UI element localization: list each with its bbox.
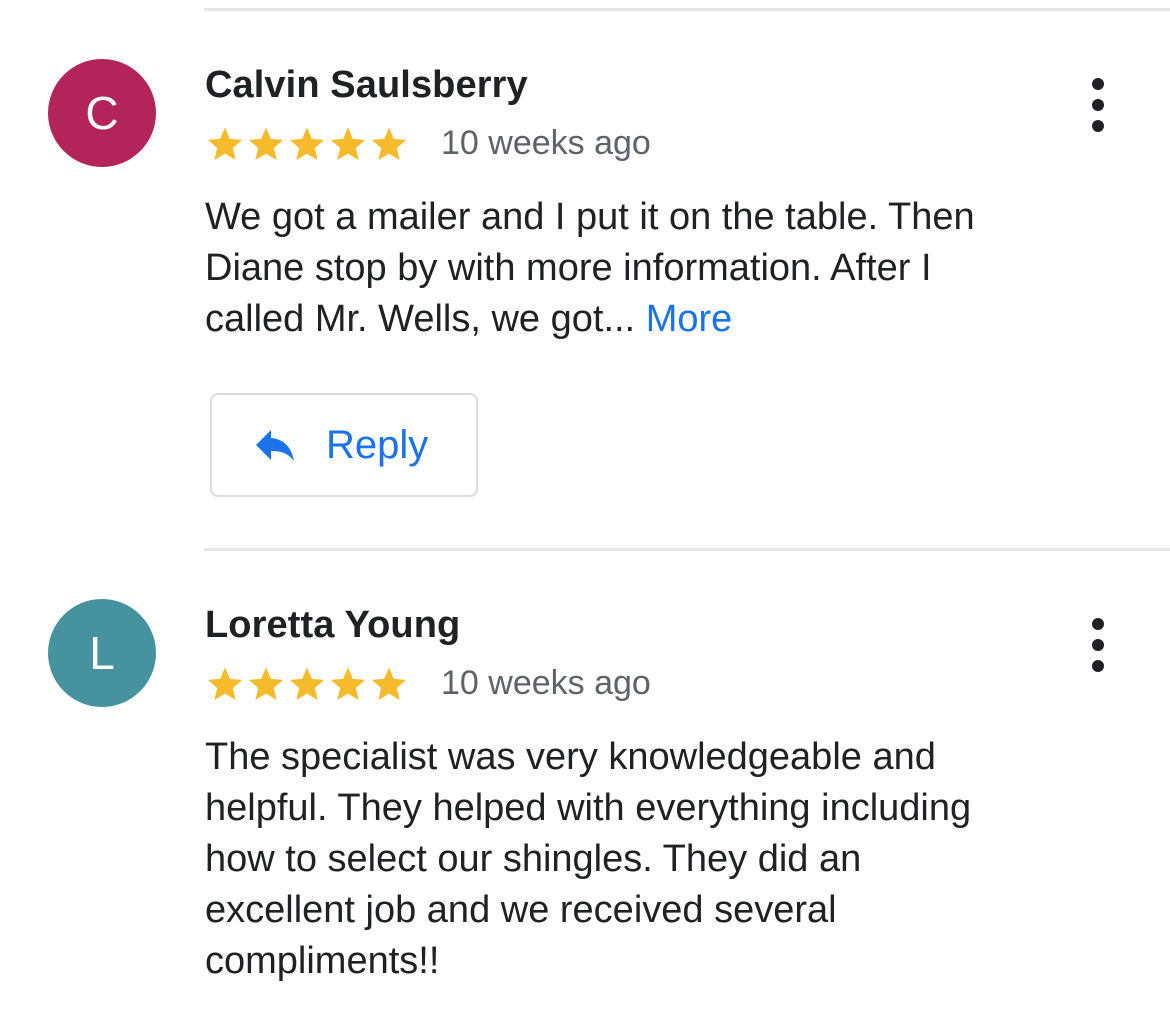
star-icon — [330, 127, 366, 160]
reviewer-name[interactable]: Calvin Saulsberry — [205, 64, 528, 107]
star-icon — [248, 667, 284, 700]
review-time: 10 weeks ago — [441, 664, 651, 702]
divider — [204, 8, 1170, 11]
more-link[interactable]: More — [646, 298, 733, 340]
reply-arrow-icon — [256, 430, 294, 461]
avatar-initial: L — [89, 627, 115, 679]
reply-label: Reply — [326, 422, 429, 467]
reviewer-name[interactable]: Loretta Young — [205, 604, 460, 647]
menu-dot — [1092, 78, 1104, 90]
more-vert-icon[interactable] — [1078, 618, 1118, 672]
review-text-line: excellent job and we received several — [205, 889, 837, 931]
star-rating — [205, 662, 410, 706]
review-text-line: how to select our shingles. They did an — [205, 838, 862, 880]
menu-dot — [1092, 660, 1104, 672]
divider — [204, 548, 1170, 551]
review-text-line: The specialist was very knowledgeable an… — [205, 736, 936, 778]
menu-dot — [1092, 618, 1104, 630]
menu-dot — [1092, 99, 1104, 111]
star-rating — [205, 122, 410, 166]
review-text-line: We got a mailer and I put it on the tabl… — [205, 196, 975, 238]
avatar[interactable]: C — [48, 59, 156, 167]
star-icon — [207, 667, 243, 700]
review-time: 10 weeks ago — [441, 124, 651, 162]
review-text-line: helpful. They helped with everything inc… — [205, 787, 972, 829]
review-text-fragment: called Mr. Wells, we got... — [205, 298, 646, 340]
star-icon — [289, 127, 325, 160]
star-icon — [371, 667, 407, 700]
star-icon — [330, 667, 366, 700]
star-icon — [371, 127, 407, 160]
avatar-initial: C — [85, 87, 119, 139]
star-icon — [248, 127, 284, 160]
review-text-line: called Mr. Wells, we got... More — [205, 294, 1105, 345]
more-vert-icon[interactable] — [1078, 78, 1118, 132]
review-text-line: compliments!! — [205, 940, 440, 982]
menu-dot — [1092, 120, 1104, 132]
reply-button[interactable]: Reply — [210, 393, 478, 497]
avatar[interactable]: L — [48, 599, 156, 707]
review-text: We got a mailer and I put it on the tabl… — [205, 192, 1105, 345]
review-text-line: Diane stop by with more information. Aft… — [205, 247, 932, 289]
star-icon — [207, 127, 243, 160]
review-text: The specialist was very knowledgeable an… — [205, 732, 1105, 987]
menu-dot — [1092, 639, 1104, 651]
star-icon — [289, 667, 325, 700]
